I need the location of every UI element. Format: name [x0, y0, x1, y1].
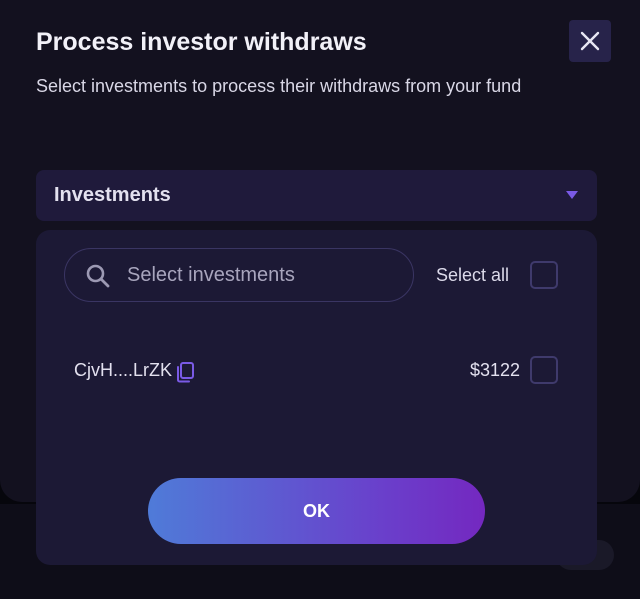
ok-button[interactable]: OK: [148, 478, 485, 544]
modal-title: Process investor withdraws: [36, 28, 367, 56]
investment-name: CjvH....LrZK: [74, 360, 173, 380]
modal-subtitle: Select investments to process their with…: [36, 76, 522, 96]
close-icon: [580, 31, 600, 51]
select-all-checkbox[interactable]: [530, 261, 558, 289]
investments-select[interactable]: Investments: [36, 170, 597, 221]
investment-checkbox[interactable]: [530, 356, 558, 384]
copy-icon[interactable]: [175, 361, 195, 383]
investment-amount: $3122: [470, 360, 521, 380]
caret-down-icon: [566, 191, 578, 199]
search-icon: [86, 264, 110, 288]
investments-dropdown: Select investments Select all CjvH....Lr…: [36, 230, 597, 565]
investments-select-label: Investments: [54, 184, 171, 206]
search-placeholder: Select investments: [127, 264, 295, 286]
select-all-label: Select all: [436, 265, 510, 285]
search-input[interactable]: Select investments: [64, 248, 414, 302]
ok-button-label: OK: [303, 500, 330, 521]
close-button[interactable]: [569, 20, 611, 62]
